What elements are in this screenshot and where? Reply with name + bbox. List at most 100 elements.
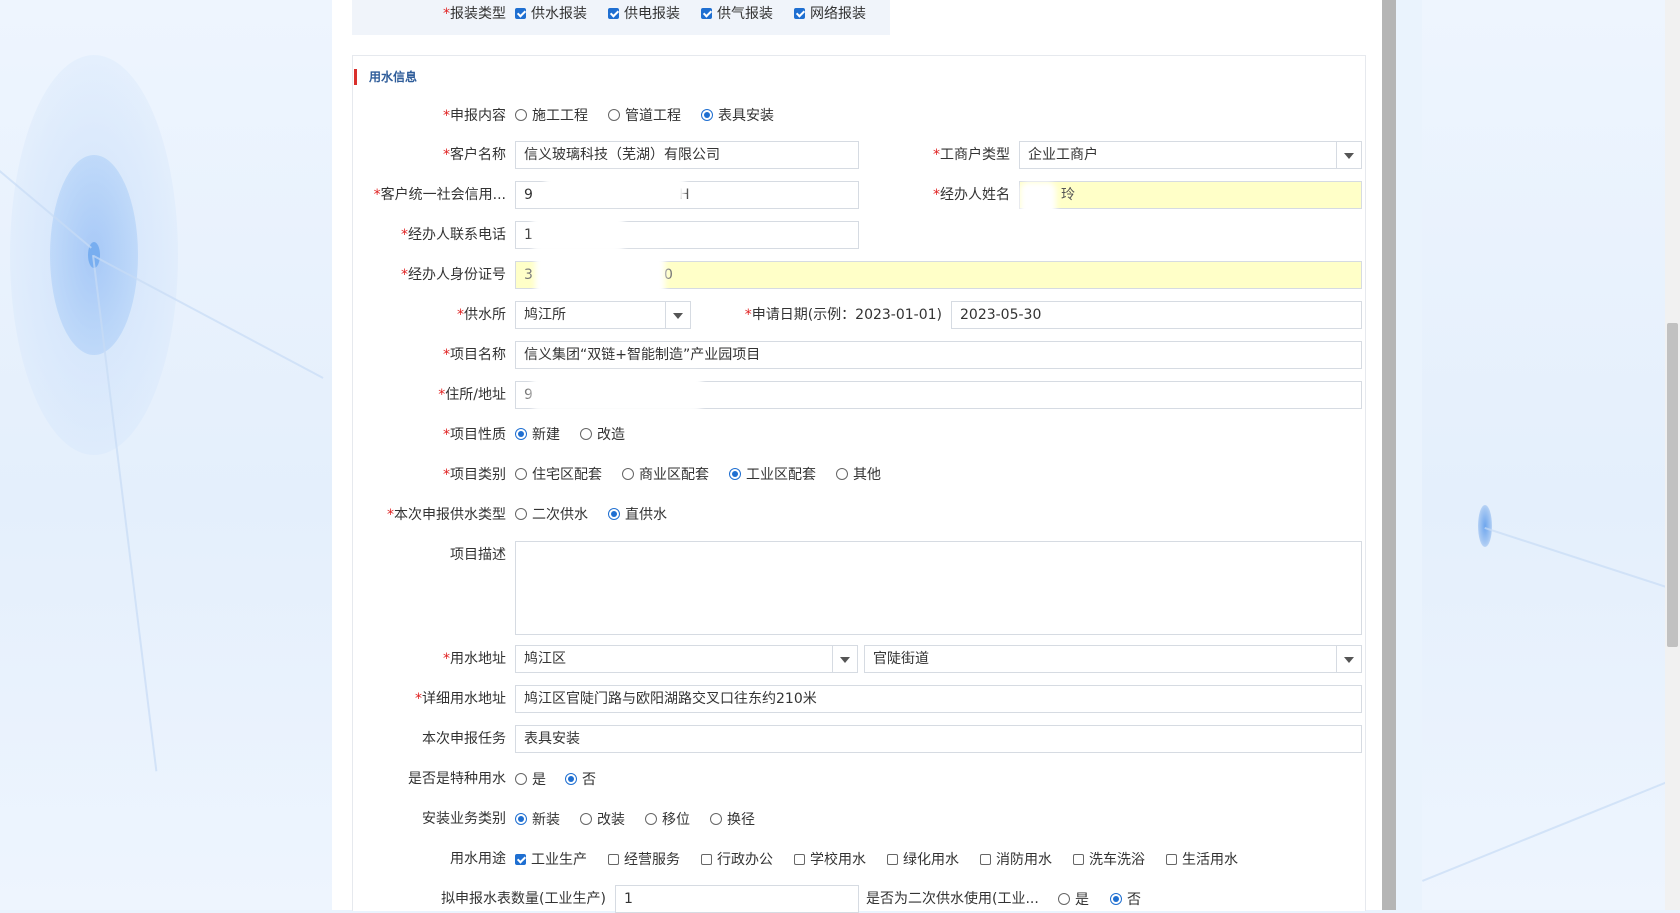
radio-construction[interactable]: 施工工程 [515,106,588,126]
radio-install-new[interactable]: 新装 [515,810,560,830]
agent-id-tail: 0 [664,267,673,283]
meter-count-input[interactable]: 1 [615,885,859,913]
checkbox-water-report[interactable]: 供水报装 [515,4,587,24]
radio-icon[interactable] [515,508,527,520]
apply-date-input[interactable]: 2023-05-30 [951,301,1362,329]
radio-install-resize[interactable]: 换径 [710,810,755,830]
checkbox-greening[interactable]: 绿化用水 [887,850,959,870]
checkbox-icon[interactable] [794,854,805,865]
radio-icon[interactable] [1058,893,1070,905]
radio-icon[interactable] [836,468,848,480]
radio-icon[interactable] [1110,893,1122,905]
radio-special-yes[interactable]: 是 [515,770,546,790]
radio-direct-supply[interactable]: 直供水 [608,505,667,525]
radio-secondary-supply[interactable]: 二次供水 [515,505,588,525]
radio-industrial[interactable]: 工业区配套 [729,465,816,485]
radio-icon[interactable] [565,773,577,785]
chevron-down-icon[interactable] [832,646,857,672]
radio-icon[interactable] [515,109,527,121]
checkbox-domestic[interactable]: 生活用水 [1166,850,1238,870]
business-type-value: 企业工商户 [1028,147,1098,163]
project-name-input[interactable]: 信义集团“双链+智能制造”产业园项目 [515,341,1362,369]
chevron-down-icon[interactable] [1336,646,1361,672]
radio-icon[interactable] [580,428,592,440]
checkbox-icon[interactable] [794,8,805,19]
chevron-down-icon[interactable] [665,302,690,328]
customer-name-input[interactable]: 信义玻璃科技（芜湖）有限公司 [515,141,859,169]
task-input[interactable]: 表具安装 [515,725,1362,753]
radio-icon[interactable] [645,813,657,825]
project-nature-label: *项目性质 [443,427,506,443]
project-desc-textarea[interactable] [515,541,1362,635]
district-select[interactable]: 鸠江区 [515,645,858,673]
radio-renovation[interactable]: 改造 [580,425,625,445]
radio-commercial[interactable]: 商业区配套 [622,465,709,485]
radio-icon[interactable] [515,813,527,825]
radio-new-build[interactable]: 新建 [515,425,560,445]
checkbox-fire[interactable]: 消防用水 [980,850,1052,870]
radio-other[interactable]: 其他 [836,465,881,485]
radio-install-relocate[interactable]: 移位 [645,810,690,830]
radio-icon[interactable] [729,468,741,480]
redaction [545,172,685,204]
radio-icon[interactable] [710,813,722,825]
checkbox-office[interactable]: 行政办公 [701,850,773,870]
radio-install-modify[interactable]: 改装 [580,810,625,830]
agent-name-input[interactable]: 玲 [1019,181,1362,209]
radio-secondary-no[interactable]: 否 [1110,890,1141,910]
checkbox-school[interactable]: 学校用水 [794,850,866,870]
checkbox-icon[interactable] [701,854,712,865]
checkbox-icon[interactable] [608,8,619,19]
checkbox-icon[interactable] [887,854,898,865]
business-type-select[interactable]: 企业工商户 [1019,141,1362,169]
project-desc-label: 项目描述 [450,547,506,563]
detail-address-label: *详细用水地址 [415,691,506,707]
agent-id-value: 3 [524,267,533,283]
radio-icon[interactable] [608,109,620,121]
radio-pipeline[interactable]: 管道工程 [608,106,681,126]
supply-office-select[interactable]: 鸠江所 [515,301,691,329]
radio-icon[interactable] [515,428,527,440]
page-scrollbar[interactable] [1665,0,1680,910]
project-category-label: *项目类别 [443,467,506,483]
checkbox-icon[interactable] [701,8,712,19]
supply-office-value: 鸠江所 [524,307,566,323]
checkbox-icon[interactable] [1073,854,1084,865]
checkbox-icon[interactable] [980,854,991,865]
radio-special-no[interactable]: 否 [565,770,596,790]
radio-residential[interactable]: 住宅区配套 [515,465,602,485]
radio-icon[interactable] [580,813,592,825]
radio-meter-install[interactable]: 表具安装 [701,106,774,126]
radio-icon[interactable] [701,109,713,121]
district-value: 鸠江区 [524,651,566,667]
street-select[interactable]: 官陡街道 [864,645,1362,673]
panel-scroll-track [1382,0,1396,910]
chevron-down-icon[interactable] [1336,142,1361,168]
radio-icon[interactable] [515,773,527,785]
install-category-label: 安装业务类别 [422,811,506,827]
agent-phone-label: *经办人联系电话 [401,227,506,243]
business-type-label: *工商户类型 [933,147,1010,163]
task-label: 本次申报任务 [422,731,506,747]
checkbox-business[interactable]: 经营服务 [608,850,680,870]
checkbox-gas-report[interactable]: 供气报装 [701,4,773,24]
project-name-label: *项目名称 [443,347,506,363]
radio-icon[interactable] [608,508,620,520]
customer-name-label: *客户名称 [443,147,506,163]
checkbox-industrial[interactable]: 工业生产 [515,850,587,870]
checkbox-carwash[interactable]: 洗车洗浴 [1073,850,1145,870]
radio-icon[interactable] [515,468,527,480]
checkbox-power-report[interactable]: 供电报装 [608,4,680,24]
radio-secondary-yes[interactable]: 是 [1058,890,1089,910]
address-label: *住所/地址 [438,387,506,403]
checkbox-icon[interactable] [515,854,526,865]
detail-address-input[interactable]: 鸠江区官陡门路与欧阳湖路交叉口往东约210米 [515,685,1362,713]
scrollbar-thumb[interactable] [1667,323,1678,647]
checkbox-icon[interactable] [608,854,619,865]
report-type-label: *报装类型 [443,6,506,22]
checkbox-icon[interactable] [515,8,526,19]
checkbox-icon[interactable] [1166,854,1177,865]
water-address-label: *用水地址 [443,651,506,667]
radio-icon[interactable] [622,468,634,480]
checkbox-network-report[interactable]: 网络报装 [794,4,866,24]
